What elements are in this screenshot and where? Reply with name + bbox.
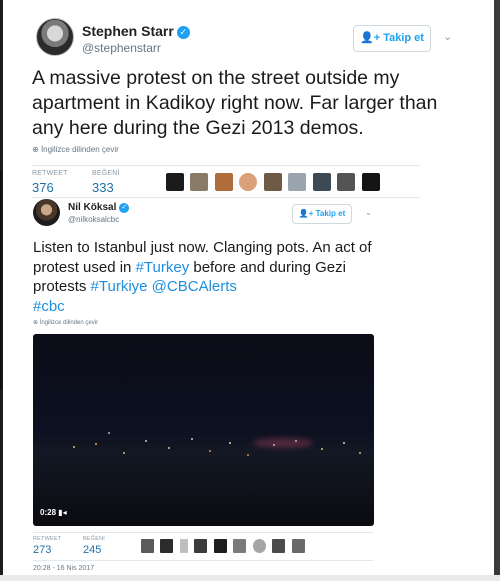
- tweet-text: Listen to Istanbul just now. Clanging po…: [33, 238, 383, 316]
- hashtag-link[interactable]: #Turkiye: [91, 278, 148, 295]
- city-light: [247, 454, 249, 456]
- follow-label: Takip et: [383, 32, 424, 44]
- divider: [32, 197, 420, 198]
- avatar[interactable]: [33, 199, 60, 226]
- city-light: [321, 448, 323, 450]
- city-light: [73, 446, 75, 448]
- translate-link[interactable]: ⊕ İngilizce dilinden çevir: [33, 319, 98, 326]
- like-count[interactable]: 333: [92, 180, 114, 195]
- liker-avatar[interactable]: [233, 539, 247, 553]
- divider: [32, 165, 420, 166]
- author-name[interactable]: Stephen Starr ✓: [82, 23, 190, 39]
- liker-avatar[interactable]: [312, 173, 331, 191]
- liker-avatar[interactable]: [194, 539, 208, 553]
- mention-link[interactable]: @CBCAlerts: [152, 278, 237, 295]
- follow-button[interactable]: 👤+ Takip et: [353, 25, 431, 52]
- chevron-down-icon[interactable]: ⌄: [365, 208, 372, 217]
- liker-avatar[interactable]: [291, 539, 305, 553]
- translate-label: İngilizce dilinden çevir: [40, 145, 119, 154]
- avatar[interactable]: [36, 18, 74, 56]
- like-label: BEĞENİ: [92, 170, 120, 177]
- city-light: [123, 452, 125, 454]
- video-player[interactable]: 0:28 ▮◂: [33, 334, 374, 526]
- liker-avatar[interactable]: [213, 539, 227, 553]
- add-user-icon: 👤+: [298, 209, 316, 218]
- hashtag-link[interactable]: #Turkey: [136, 259, 190, 276]
- retweet-label: RETWEET: [32, 170, 68, 177]
- divider: [33, 560, 373, 561]
- like-label: BEĞENİ: [83, 536, 105, 542]
- globe-icon: ⊕: [33, 320, 40, 326]
- scan-edge-bottom: [0, 575, 500, 581]
- likers-avatars: [141, 539, 307, 555]
- liker-avatar[interactable]: [239, 173, 258, 191]
- liker-avatar[interactable]: [263, 173, 282, 191]
- retweet-count[interactable]: 376: [32, 180, 54, 195]
- like-count[interactable]: 245: [83, 544, 101, 556]
- divider: [33, 532, 373, 533]
- liker-avatar[interactable]: [272, 539, 286, 553]
- liker-avatar[interactable]: [141, 539, 154, 553]
- liker-avatar[interactable]: [361, 173, 380, 191]
- translate-link[interactable]: ⊕ İngilizce dilinden çevir: [32, 145, 119, 154]
- chevron-down-icon[interactable]: ⌄: [443, 30, 452, 43]
- verified-icon: ✓: [176, 26, 190, 39]
- video-duration-text: 0:28: [40, 508, 57, 517]
- video-duration: 0:28 ▮◂: [40, 508, 67, 517]
- liker-avatar[interactable]: [288, 173, 307, 191]
- city-light: [145, 440, 147, 442]
- city-light: [343, 442, 345, 444]
- tweet-text: A massive protest on the street outside …: [32, 67, 438, 139]
- retweet-count[interactable]: 273: [33, 544, 51, 556]
- likers-avatars: [166, 173, 382, 193]
- liker-avatar[interactable]: [252, 539, 266, 553]
- verified-icon: ✓: [119, 203, 130, 213]
- hashtag-link[interactable]: #cbc: [33, 298, 65, 315]
- scan-edge-right: [494, 0, 500, 581]
- city-light: [295, 440, 297, 442]
- author-name[interactable]: Nil Köksal ✓: [68, 202, 130, 213]
- author-handle[interactable]: @stephenstarr: [82, 41, 161, 55]
- volume-icon: ▮◂: [58, 508, 67, 517]
- retweet-label: RETWEET: [33, 536, 62, 542]
- city-light: [229, 442, 231, 444]
- add-user-icon: 👤+: [360, 32, 384, 44]
- tweet-timestamp[interactable]: 20:28 - 16 Nis 2017: [33, 565, 94, 572]
- city-light: [359, 452, 361, 454]
- liker-avatar[interactable]: [179, 539, 188, 553]
- city-light: [108, 432, 110, 434]
- follow-button[interactable]: 👤+ Takip et: [292, 204, 352, 224]
- author-name-text[interactable]: Stephen Starr: [82, 23, 174, 39]
- liker-avatar[interactable]: [190, 173, 209, 191]
- globe-icon: ⊕: [32, 145, 41, 154]
- author-name-text[interactable]: Nil Köksal: [68, 202, 116, 213]
- city-light: [168, 447, 170, 449]
- city-light: [191, 438, 193, 440]
- liker-avatar[interactable]: [160, 539, 174, 553]
- city-light-glow: [253, 438, 313, 448]
- city-light: [209, 450, 211, 452]
- city-light: [95, 443, 97, 445]
- liker-avatar[interactable]: [214, 173, 233, 191]
- city-light: [273, 444, 275, 446]
- liker-avatar[interactable]: [337, 173, 356, 191]
- liker-avatar[interactable]: [166, 173, 184, 191]
- author-handle[interactable]: @nilkoksalcbc: [68, 215, 119, 224]
- follow-label: Takip et: [315, 209, 346, 218]
- translate-label: İngilizce dilinden çevir: [39, 320, 99, 326]
- scan-shadow: [0, 170, 2, 390]
